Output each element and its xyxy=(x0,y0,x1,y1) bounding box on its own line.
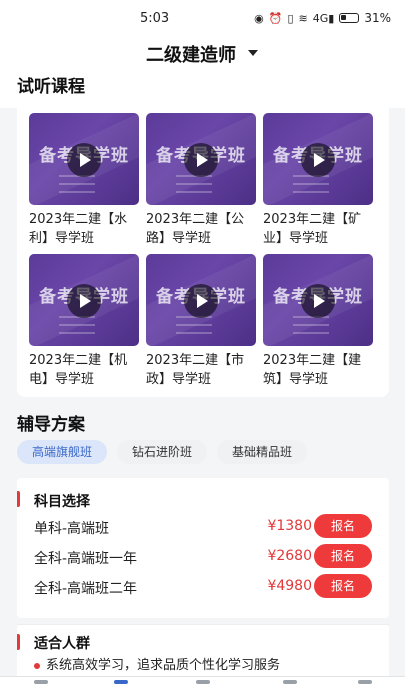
thumbnail-line xyxy=(176,332,212,334)
status-bar: 5:03 ◉ ⏰ ▯ ≋ 4G▮ 31% xyxy=(0,0,405,36)
audience-title: 适合人群 xyxy=(34,636,90,652)
thumbnail-line xyxy=(176,183,212,185)
subject-price: ¥4980 xyxy=(267,578,312,594)
plan-tabs: 高端旗舰班 钻石进阶班 基础精品班 xyxy=(17,440,308,464)
play-icon[interactable] xyxy=(67,143,101,177)
wifi-icon: ≋ xyxy=(298,11,308,25)
course-thumbnail[interactable]: 备考导学班 xyxy=(146,254,256,346)
section-marker xyxy=(17,634,20,650)
nav-course-icon[interactable] xyxy=(114,680,128,684)
subject-row: 全科-高端班二年 ¥4980 报名 xyxy=(34,574,376,602)
enroll-button[interactable]: 报名 xyxy=(314,514,372,538)
status-icons: ◉ ⏰ ▯ ≋ 4G▮ 31% xyxy=(254,11,391,25)
subject-name: 单科-高端班 xyxy=(34,521,110,537)
signal-icon: 4G▮ xyxy=(312,11,335,25)
play-icon[interactable] xyxy=(184,143,218,177)
course-name[interactable]: 2023年二建【建筑】导学班 xyxy=(263,351,373,389)
chevron-down-icon[interactable] xyxy=(248,50,258,56)
nav-profile-icon[interactable] xyxy=(358,680,372,684)
enroll-button[interactable]: 报名 xyxy=(314,544,372,568)
battery-percent: 31% xyxy=(364,11,391,25)
nav-chat-icon[interactable] xyxy=(283,680,297,684)
subject-name: 全科-高端班二年 xyxy=(34,581,138,597)
course-item[interactable]: 备考导学班 2023年二建【矿业】导学班 xyxy=(263,113,373,246)
audience-text: 系统高效学习，追求品质个性化学习服务 xyxy=(46,658,281,673)
thumbnail-line xyxy=(293,324,329,326)
thumbnail-line xyxy=(59,183,95,185)
thumbnail-line xyxy=(293,332,329,334)
subject-panel: 科目选择 单科-高端班 ¥1380 报名 全科-高端班一年 ¥2680 报名 全… xyxy=(17,478,389,618)
thumbnail-line xyxy=(59,191,95,193)
subject-price: ¥2680 xyxy=(267,548,312,564)
status-time: 5:03 xyxy=(140,11,170,26)
course-item[interactable]: 备考导学班 2023年二建【机电】导学班 xyxy=(29,254,139,387)
course-name[interactable]: 2023年二建【矿业】导学班 xyxy=(263,210,373,248)
network-type: 4G xyxy=(312,11,329,25)
plan-section-title: 辅导方案 xyxy=(17,415,85,435)
play-icon[interactable] xyxy=(67,284,101,318)
course-thumbnail[interactable]: 备考导学班 xyxy=(263,254,373,346)
course-item[interactable]: 备考导学班 2023年二建【建筑】导学班 xyxy=(263,254,373,387)
course-item[interactable]: 备考导学班 2023年二建【水利】导学班 xyxy=(29,113,139,246)
subject-row: 全科-高端班一年 ¥2680 报名 xyxy=(34,544,376,572)
play-icon[interactable] xyxy=(301,143,335,177)
audience-item: 系统高效学习，追求品质个性化学习服务 xyxy=(34,654,280,673)
subject-name: 全科-高端班一年 xyxy=(34,551,138,567)
alarm-icon: ⏰ xyxy=(268,11,283,25)
thumbnail-line xyxy=(293,191,329,193)
enroll-button[interactable]: 报名 xyxy=(314,574,372,598)
course-grid: 备考导学班 2023年二建【水利】导学班 备考导学班 2023年二建【公路】导学… xyxy=(29,113,373,387)
nav-book-icon[interactable] xyxy=(196,680,210,684)
course-item[interactable]: 备考导学班 2023年二建【市政】导学班 xyxy=(146,254,256,387)
app-header: 二级建造师 xyxy=(0,36,405,68)
trial-section-title: 试听课程 xyxy=(17,77,85,97)
thumbnail-line xyxy=(293,183,329,185)
tab-basic[interactable]: 基础精品班 xyxy=(217,440,308,464)
exam-selector[interactable]: 二级建造师 xyxy=(146,41,236,67)
play-icon[interactable] xyxy=(184,284,218,318)
tab-flagship[interactable]: 高端旗舰班 xyxy=(17,440,108,464)
section-marker xyxy=(17,491,20,507)
trial-course-card: 备考导学班 2023年二建【水利】导学班 备考导学班 2023年二建【公路】导学… xyxy=(17,102,389,397)
course-thumbnail[interactable]: 备考导学班 xyxy=(146,113,256,205)
course-name[interactable]: 2023年二建【市政】导学班 xyxy=(146,351,256,389)
eye-icon: ◉ xyxy=(254,11,264,25)
thumbnail-line xyxy=(176,191,212,193)
thumbnail-line xyxy=(59,332,95,334)
audience-panel: 适合人群 系统高效学习，追求品质个性化学习服务 xyxy=(17,624,389,684)
course-name[interactable]: 2023年二建【机电】导学班 xyxy=(29,351,139,389)
divider xyxy=(17,624,389,625)
thumbnail-line xyxy=(176,324,212,326)
subject-row: 单科-高端班 ¥1380 报名 xyxy=(34,514,376,542)
nav-home-icon[interactable] xyxy=(34,680,48,684)
course-name[interactable]: 2023年二建【公路】导学班 xyxy=(146,210,256,248)
vibrate-icon: ▯ xyxy=(287,11,294,25)
course-thumbnail[interactable]: 备考导学班 xyxy=(29,113,139,205)
course-thumbnail[interactable]: 备考导学班 xyxy=(29,254,139,346)
course-name[interactable]: 2023年二建【水利】导学班 xyxy=(29,210,139,248)
thumbnail-line xyxy=(59,324,95,326)
bullet-dot xyxy=(34,662,40,669)
tab-diamond[interactable]: 钻石进阶班 xyxy=(117,440,208,464)
subject-price: ¥1380 xyxy=(267,518,312,534)
course-item[interactable]: 备考导学班 2023年二建【公路】导学班 xyxy=(146,113,256,246)
subject-title: 科目选择 xyxy=(34,494,90,510)
play-icon[interactable] xyxy=(301,284,335,318)
battery-icon xyxy=(339,13,360,23)
course-thumbnail[interactable]: 备考导学班 xyxy=(263,113,373,205)
